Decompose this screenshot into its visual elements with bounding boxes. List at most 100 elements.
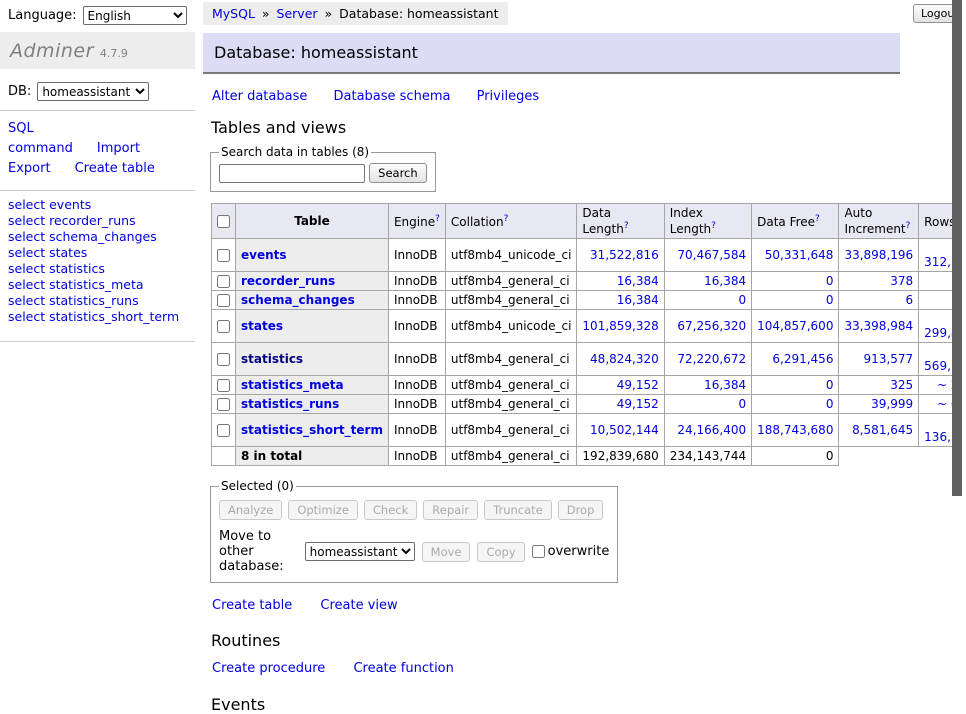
row-checkbox[interactable] <box>217 294 230 307</box>
data-free-link[interactable]: 50,331,648 <box>765 248 834 262</box>
auto-increment-link[interactable]: 325 <box>890 378 913 392</box>
help-link[interactable]: ? <box>624 221 629 231</box>
scrollbar-thumb[interactable] <box>952 0 962 496</box>
search-button[interactable]: Search <box>369 163 427 183</box>
select-all-checkbox[interactable] <box>217 215 230 228</box>
optimize-button[interactable]: Optimize <box>288 500 358 520</box>
table-name-link[interactable]: states <box>241 319 283 333</box>
db-select[interactable]: homeassistant <box>37 82 149 101</box>
data-free-link[interactable]: 0 <box>826 397 834 411</box>
create-procedure-link[interactable]: Create procedure <box>212 661 325 676</box>
data-length-link[interactable]: 49,152 <box>617 397 659 411</box>
language-select[interactable]: English <box>83 6 187 25</box>
sidebar-item-select-statistics-runs[interactable]: select statistics_runs <box>8 293 187 309</box>
index-length-link[interactable]: 0 <box>738 293 746 307</box>
data-free-link[interactable]: 6,291,456 <box>772 352 833 366</box>
row-checkbox[interactable] <box>217 353 230 366</box>
table-name-link[interactable]: schema_changes <box>241 293 355 307</box>
data-free-link[interactable]: 104,857,600 <box>757 319 833 333</box>
index-length-link[interactable]: 16,384 <box>704 274 746 288</box>
help-link[interactable]: ? <box>906 221 911 231</box>
sql-command-link[interactable]: SQL command <box>8 121 73 156</box>
help-link[interactable]: ? <box>435 214 440 224</box>
overwrite-checkbox[interactable] <box>532 545 545 558</box>
section-title-tables-and-views: Tables and views <box>211 118 903 137</box>
table-name-link[interactable]: events <box>241 248 287 262</box>
move-label: Move to other database: <box>219 529 298 574</box>
breadcrumb-separator: » <box>325 6 333 21</box>
sidebar-item-select-statistics[interactable]: select statistics <box>8 261 187 277</box>
auto-increment-link[interactable]: 913,577 <box>864 352 914 366</box>
row-checkbox[interactable] <box>217 398 230 411</box>
sidebar-item-select-schema-changes[interactable]: select schema_changes <box>8 229 187 245</box>
auto-increment-link[interactable]: 8,581,645 <box>852 423 913 437</box>
table-name-link[interactable]: recorder_runs <box>241 274 335 288</box>
move-database-select[interactable]: homeassistant <box>305 542 415 561</box>
index-length-link[interactable]: 70,467,584 <box>677 248 746 262</box>
sidebar-item-select-statistics-meta[interactable]: select statistics_meta <box>8 277 187 293</box>
index-length-link[interactable]: 16,384 <box>704 378 746 392</box>
data-length-link[interactable]: 16,384 <box>617 293 659 307</box>
copy-button[interactable]: Copy <box>477 542 524 562</box>
auto-increment-link[interactable]: 39,999 <box>871 397 913 411</box>
data-length-link[interactable]: 31,522,816 <box>590 248 659 262</box>
auto-increment-link[interactable]: 33,898,196 <box>844 248 913 262</box>
create-table-link[interactable]: Create table <box>75 161 155 176</box>
table-name-link[interactable]: statistics <box>241 352 303 366</box>
table-row-schema-changes: schema_changes InnoDB utf8mb4_general_ci… <box>212 291 966 310</box>
drop-button[interactable]: Drop <box>558 500 604 520</box>
table-row-statistics: statistics InnoDB utf8mb4_general_ci 48,… <box>212 343 966 376</box>
scrollbar[interactable] <box>952 0 966 543</box>
truncate-button[interactable]: Truncate <box>484 500 552 520</box>
sidebar-item-select-statistics-short-term[interactable]: select statistics_short_term <box>8 309 187 325</box>
index-length-link[interactable]: 0 <box>738 397 746 411</box>
data-free-link[interactable]: 0 <box>826 293 834 307</box>
table-name-link[interactable]: statistics_meta <box>241 378 344 392</box>
index-length-link[interactable]: 72,220,672 <box>677 352 746 366</box>
data-free-link[interactable]: 188,743,680 <box>757 423 833 437</box>
auto-increment-link[interactable]: 33,398,984 <box>844 319 913 333</box>
app-version: 4.7.9 <box>100 47 128 60</box>
column-header-data-free: Data Free? <box>752 204 839 239</box>
data-free-link[interactable]: 0 <box>826 378 834 392</box>
data-length-link[interactable]: 101,859,328 <box>582 319 658 333</box>
index-length-link[interactable]: 24,166,400 <box>677 423 746 437</box>
data-length-link[interactable]: 16,384 <box>617 274 659 288</box>
export-link[interactable]: Export <box>8 161 51 176</box>
create-function-link[interactable]: Create function <box>353 661 453 676</box>
sidebar-item-select-recorder-runs[interactable]: select recorder_runs <box>8 213 187 229</box>
breadcrumb-link-mysql[interactable]: MySQL <box>212 6 255 21</box>
help-link[interactable]: ? <box>711 221 716 231</box>
sidebar-item-select-states[interactable]: select states <box>8 245 187 261</box>
check-button[interactable]: Check <box>364 500 417 520</box>
sidebar-item-select-events[interactable]: select events <box>8 197 187 213</box>
table-name-link[interactable]: statistics_runs <box>241 397 339 411</box>
database-schema-link[interactable]: Database schema <box>334 89 451 104</box>
repair-button[interactable]: Repair <box>423 500 478 520</box>
help-link[interactable]: ? <box>504 214 509 224</box>
auto-increment-link[interactable]: 378 <box>890 274 913 288</box>
breadcrumb-link-server[interactable]: Server <box>277 6 318 21</box>
row-checkbox[interactable] <box>217 424 230 437</box>
search-input[interactable] <box>219 164 365 183</box>
table-row-states: states InnoDB utf8mb4_unicode_ci 101,859… <box>212 310 966 343</box>
data-length-link[interactable]: 49,152 <box>617 378 659 392</box>
alter-database-link[interactable]: Alter database <box>212 89 307 104</box>
index-length-link[interactable]: 67,256,320 <box>677 319 746 333</box>
create-table-link-main[interactable]: Create table <box>212 598 292 613</box>
row-checkbox[interactable] <box>217 249 230 262</box>
row-checkbox[interactable] <box>217 379 230 392</box>
privileges-link[interactable]: Privileges <box>477 89 540 104</box>
row-checkbox[interactable] <box>217 320 230 333</box>
row-checkbox[interactable] <box>217 275 230 288</box>
help-link[interactable]: ? <box>815 214 820 224</box>
create-view-link[interactable]: Create view <box>320 598 397 613</box>
import-link[interactable]: Import <box>97 141 140 156</box>
move-button[interactable]: Move <box>422 542 471 562</box>
table-name-link[interactable]: statistics_short_term <box>241 423 383 437</box>
data-length-link[interactable]: 10,502,144 <box>590 423 659 437</box>
data-free-link[interactable]: 0 <box>826 274 834 288</box>
auto-increment-link[interactable]: 6 <box>906 293 914 307</box>
analyze-button[interactable]: Analyze <box>219 500 282 520</box>
data-length-link[interactable]: 48,824,320 <box>590 352 659 366</box>
